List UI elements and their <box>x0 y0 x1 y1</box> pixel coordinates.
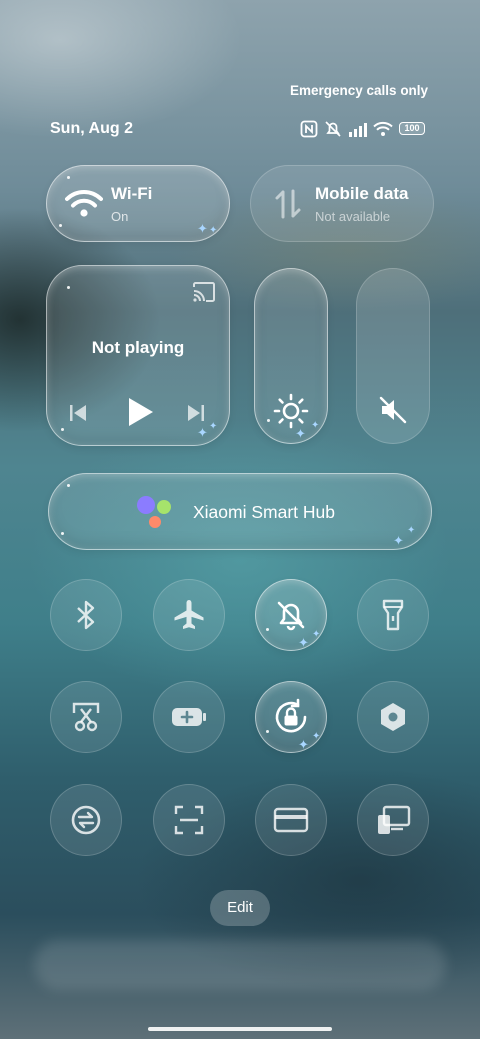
scan-toggle[interactable] <box>153 784 225 856</box>
smart-hub-title: Xiaomi Smart Hub <box>193 502 335 522</box>
card-toggle[interactable] <box>255 784 327 856</box>
airplane-icon <box>174 600 204 629</box>
notification-shade-blur <box>34 940 446 990</box>
rotation-lock-toggle[interactable]: ✦ ✦ <box>255 681 327 753</box>
volume-slider[interactable] <box>356 268 430 444</box>
edit-button[interactable]: Edit <box>210 890 270 926</box>
hexagon-icon <box>381 703 405 731</box>
cast-screen-toggle[interactable] <box>357 784 429 856</box>
silent-status-icon <box>325 121 341 137</box>
carrier-status: Emergency calls only <box>290 83 429 98</box>
hexagon-toggle[interactable] <box>357 681 429 753</box>
scan-icon <box>174 805 204 835</box>
media-player-tile[interactable]: Not playing ✦ ✦ <box>46 265 230 446</box>
flashlight-icon <box>382 599 404 631</box>
cast-screen-icon <box>378 805 411 834</box>
nfc-icon <box>300 120 318 138</box>
rotation-lock-icon <box>275 698 307 733</box>
home-indicator[interactable] <box>148 1027 332 1031</box>
screenshot-icon <box>72 702 100 732</box>
date-label: Sun, Aug 2 <box>50 120 133 137</box>
brightness-icon <box>273 393 309 429</box>
wifi-status-icon <box>373 121 393 136</box>
battery-level: 100 <box>404 123 420 133</box>
wifi-title: Wi-Fi <box>111 184 153 203</box>
mobile-data-title: Mobile data <box>315 184 409 203</box>
silent-bell-icon <box>277 601 305 631</box>
wifi-icon <box>65 189 103 217</box>
previous-track-icon[interactable] <box>67 402 89 424</box>
play-icon[interactable] <box>125 396 155 428</box>
status-icons: 100 <box>300 119 430 139</box>
battery-saver-toggle[interactable] <box>153 681 225 753</box>
signal-icon <box>349 123 367 137</box>
airplane-mode-toggle[interactable] <box>153 579 225 651</box>
sync-toggle[interactable] <box>50 784 122 856</box>
battery-icon: 100 <box>399 122 425 135</box>
media-status: Not playing <box>91 338 185 357</box>
next-track-icon[interactable] <box>185 402 207 424</box>
mobile-data-status: Not available <box>315 209 391 224</box>
sync-icon <box>71 805 101 835</box>
mobile-data-icon <box>275 189 301 219</box>
smart-hub-logo <box>135 496 175 532</box>
volume-muted-icon <box>379 396 407 424</box>
bluetooth-toggle[interactable] <box>50 579 122 651</box>
cast-icon[interactable] <box>192 281 216 303</box>
silent-mode-toggle[interactable]: ✦ ✦ <box>255 579 327 651</box>
mobile-data-tile[interactable]: Mobile data Not available <box>250 165 434 242</box>
wifi-status: On <box>111 209 129 224</box>
card-icon <box>273 807 309 833</box>
smart-hub-tile[interactable]: Xiaomi Smart Hub ✦ ✦ <box>48 473 432 550</box>
bluetooth-icon <box>77 600 95 630</box>
screenshot-toggle[interactable] <box>50 681 122 753</box>
flashlight-toggle[interactable] <box>357 579 429 651</box>
battery-saver-icon <box>172 708 206 726</box>
wifi-tile[interactable]: Wi-Fi On ✦ ✦ <box>46 165 230 242</box>
brightness-slider[interactable]: ✦ ✦ <box>254 268 328 444</box>
